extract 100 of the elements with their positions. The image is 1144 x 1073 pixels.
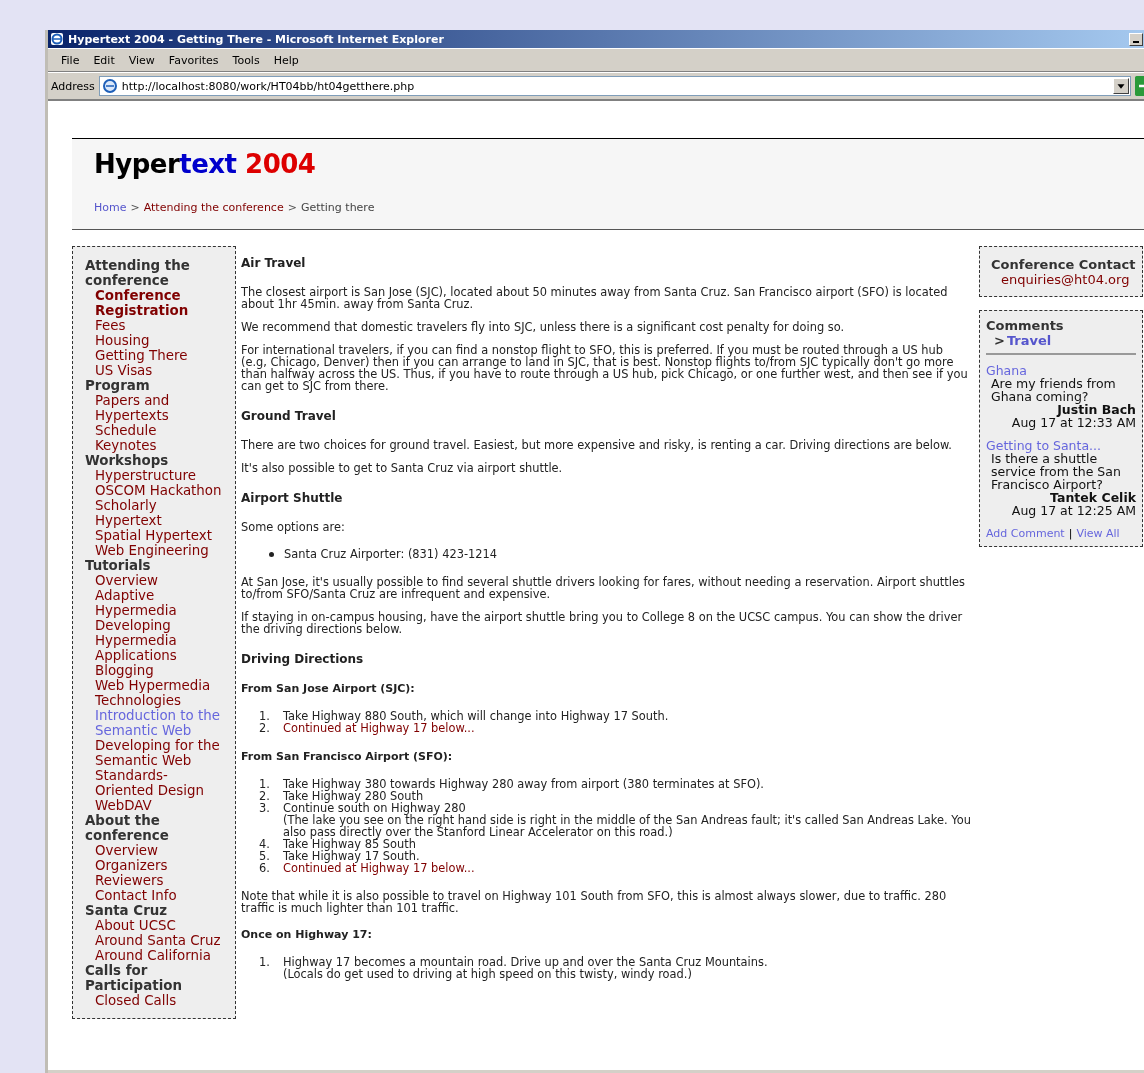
paragraph: There are two choices for ground travel. Easiest, but more expensive and risky, is renting a car. Driving directions are below. [241,439,953,451]
nav-link[interactable]: Organizers [85,858,225,873]
comment-text: Is there a shuttle service from the San Francisco Airport? [991,452,1121,491]
window-title: Hypertext 2004 - Getting There - Microsoft Internet Explorer [68,32,444,46]
bullet-icon [269,552,274,557]
list-item-text: Santa Cruz Airporter: (831) 423-1214 [284,548,497,560]
nav-link[interactable]: Reviewers [85,873,225,888]
list-number: 2. [259,790,271,802]
nav-link[interactable]: Web Hypermedia Technologies [85,678,225,708]
list-item-text: Highway 17 becomes a mountain road. Drive up and over the Santa Cruz Mountains. [283,955,768,969]
nav-link[interactable]: Introduction to the Semantic Web [85,708,225,738]
nav-link[interactable]: OSCOM Hackathon [85,483,225,498]
sub-heading: From San Francisco Airport (SFO): [241,750,454,763]
list-item-text: Take Highway 280 South [283,789,424,803]
panel-title: Comments [986,318,1065,333]
minimize-icon[interactable] [1129,32,1143,46]
nav-link[interactable]: Getting There [85,348,225,363]
menu-item[interactable]: Help [266,53,306,67]
breadcrumb-link[interactable]: Home [94,201,127,214]
nav-link[interactable]: Papers and Hypertexts [85,393,225,423]
site-title: Hypertext 2004 [94,149,316,179]
nav-link[interactable]: US Visas [85,363,225,378]
nav-link[interactable]: Blogging [85,663,225,678]
nav-heading: Attending the conference [85,258,191,288]
breadcrumb-link[interactable]: Attending the conference [143,201,284,214]
nav-link[interactable]: Around Santa Cruz [85,933,225,948]
comment-link[interactable]: Getting to Santa... [986,439,1136,452]
nav-heading: Santa Cruz [85,903,169,918]
address-label: Address [51,79,95,93]
nav-link[interactable]: Closed Calls [85,993,225,1008]
comment-date: Aug 17 at 12:33 AM [1010,416,1136,429]
breadcrumb-separator: > [130,201,140,214]
page-icon [101,78,118,94]
nav-link[interactable]: Scholarly Hypertext [85,498,225,528]
paragraph: For international travelers, if you can find a nonstop flight to SFO, this is preferred. If you must be routed through a US hub (e.g, Chicago, Denver) then if you can arrange to land in SJC, that is best. Nonstop flights to/from SJC typically don't go more than halfway across the US. Thus, if you have to route through a US hub, pick Chicago, or one further west, and then see if you can get to SJC from there. [241,344,969,392]
comment-text: Are my friends from Ghana coming? [991,377,1116,403]
topic-arrow: > [994,333,1005,348]
email-link[interactable]: enquiries@ht04.org [1001,272,1138,287]
dropdown-icon[interactable] [1113,78,1129,94]
nav-link[interactable]: Adaptive Hypermedia [85,588,225,618]
comment-author: Tantek Celik [1049,491,1136,504]
panel-title: Conference Contact [991,257,1137,272]
nav-link[interactable]: Fees [85,318,225,333]
menu-item[interactable]: Edit [86,53,122,67]
nav-link[interactable]: Housing [85,333,225,348]
menu-item[interactable]: Tools [225,53,267,67]
comment-action-link[interactable]: Add Comment [986,527,1065,540]
paragraph: Some options are: [241,521,346,533]
nav-link[interactable]: Conference Registration [85,288,225,318]
paragraph: The closest airport is San Jose (SJC), located about 50 minutes away from Santa Cruz. San Francisco airport (SFO) is located about 1hr 45min. away from Santa Cruz. [241,286,949,310]
nav-link[interactable]: WebDAV [85,798,225,813]
list-item-note: (The lake you see on the right hand side is right in the middle of the San Andreas fault; it's called San Andreas Lake. You also pass directly over the Stanford Linear Accelerator on this road.) [283,814,971,838]
list-item-text: Take Highway 880 South, which will change into Highway 17 South. [283,709,669,723]
nav-link[interactable]: Overview [85,573,225,588]
nav-link[interactable]: Overview [85,843,225,858]
browser-icon [50,32,64,46]
comment-action-link[interactable]: View All [1076,527,1120,540]
menu-item[interactable]: View [121,53,162,67]
nav-link[interactable]: Standards-Oriented Design [85,768,225,798]
nav-link[interactable]: About UCSC [85,918,225,933]
nav-link[interactable]: Developing Hypermedia Applications [85,618,225,663]
list-item-text: Continue south on Highway 280 [283,801,466,815]
list-number: 5. [259,850,271,862]
nav-heading: Tutorials [85,558,152,573]
list-number: 1. [259,778,271,790]
sub-heading: Once on Highway 17: [241,928,373,941]
link-separator: | [1068,527,1073,540]
list-number: 6. [259,862,271,874]
nav-heading: Calls for Participation [85,963,183,993]
menu-item[interactable]: File [54,53,87,67]
sub-heading: From San Jose Airport (SJC): [241,682,416,695]
nav-heading: Workshops [85,453,170,468]
list-number: 1. [259,956,271,968]
paragraph: We recommend that domestic travelers fly into SJC, unless there is a significant cost penalty for doing so. [241,321,846,333]
list-number: 2. [259,722,271,734]
nav-link[interactable]: Schedule [85,423,225,438]
nav-link[interactable]: Hyperstructure [85,468,225,483]
breadcrumb-current: Getting there [300,201,375,214]
section-heading: Airport Shuttle [241,491,344,505]
nav-link[interactable]: Around California [85,948,225,963]
nav-heading: Program [85,378,151,393]
breadcrumb-separator: > [287,201,297,214]
paragraph: Note that while it is also possible to travel on Highway 101 South from SFO, this is almost always slower, due to traffic. 280 traffic is much lighter than 101 traffic. [241,890,948,914]
comment-link[interactable]: Ghana [986,364,1136,377]
nav-link[interactable]: Contact Info [85,888,225,903]
section-heading: Ground Travel [241,409,337,423]
list-item-note: (Locals do get used to driving at high speed on this twisty, windy road.) [283,968,693,980]
paragraph: If staying in on-campus housing, have the airport shuttle bring you to College 8 on the UCSC campus. You can show the driver the driving directions below. [241,611,964,635]
comment-author: Justin Bach [1056,403,1136,416]
nav-link[interactable]: Developing for the Semantic Web [85,738,225,768]
menu-item[interactable]: Favorites [161,53,226,67]
nav-link[interactable]: Web Engineering [85,543,225,558]
address-field[interactable]: http://localhost:8080/work/HT04bb/ht04getthere.php [98,76,1131,96]
comment-date: Aug 17 at 12:25 AM [1010,504,1136,517]
topic-link[interactable]: Travel [1006,333,1052,348]
paragraph: It's also possible to get to Santa Cruz via airport shuttle. [241,462,564,474]
list-item-text: Take Highway 17 South. [283,849,420,863]
nav-link[interactable]: Keynotes [85,438,225,453]
nav-link[interactable]: Spatial Hypertext [85,528,225,543]
section-heading: Driving Directions [241,652,365,666]
